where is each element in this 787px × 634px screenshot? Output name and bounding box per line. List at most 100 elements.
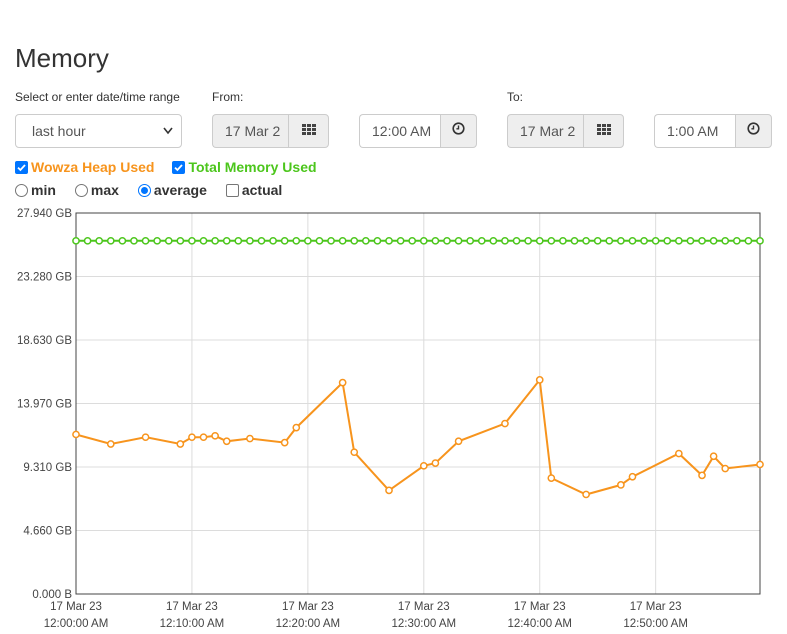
data-point: [512, 236, 521, 245]
option-min[interactable]: min: [15, 182, 56, 198]
data-point: [176, 440, 185, 448]
data-point: [280, 236, 289, 245]
checkbox-unchecked[interactable]: [225, 183, 239, 197]
data-point: [454, 236, 463, 245]
from-calendar-button[interactable]: [288, 114, 329, 148]
y-tick-label: 18.630 GB: [17, 335, 72, 347]
radio-button-selected[interactable]: [137, 183, 151, 197]
data-point: [559, 236, 567, 245]
data-point: [419, 461, 428, 470]
x-tick-date: 17 Mar 23: [514, 601, 566, 613]
data-point: [234, 236, 243, 245]
data-point: [524, 236, 532, 245]
data-point: [164, 236, 173, 245]
data-point: [176, 236, 185, 245]
data-point: [72, 236, 80, 245]
data-point: [570, 236, 579, 245]
x-tick-time: 12:10:00 AM: [160, 618, 225, 630]
data-point: [674, 449, 683, 458]
data-point: [153, 236, 162, 245]
x-tick-date: 17 Mar 23: [398, 601, 450, 613]
from-clock-button[interactable]: [440, 114, 477, 148]
data-point: [292, 423, 301, 432]
data-point: [106, 236, 115, 245]
data-point: [721, 464, 730, 473]
data-point: [617, 236, 625, 245]
data-point: [663, 236, 672, 245]
y-tick-label: 0.000 B: [32, 589, 72, 601]
data-point: [83, 236, 92, 245]
data-point: [106, 440, 115, 448]
to-date-input[interactable]: 17 Mar 2: [507, 114, 583, 148]
aggregation-options: min max average actual: [15, 181, 301, 199]
data-point: [756, 236, 764, 245]
option-average[interactable]: average: [137, 182, 207, 198]
checkbox-checked[interactable]: [15, 160, 28, 174]
toggle-label-heap: Wowza Heap Used: [31, 159, 155, 175]
option-max[interactable]: max: [74, 182, 119, 198]
data-point: [269, 236, 277, 245]
checkbox-checked[interactable]: [172, 160, 186, 174]
data-point: [466, 236, 475, 245]
to-clock-button[interactable]: [735, 114, 772, 148]
toggle-total-memory-used[interactable]: Total Memory Used: [172, 159, 317, 175]
range-select-value: last hour: [32, 123, 86, 139]
data-point: [246, 236, 254, 245]
data-point: [674, 236, 683, 245]
data-point: [211, 236, 219, 245]
y-tick-label: 4.660 GB: [23, 526, 72, 538]
from-date-input[interactable]: 17 Mar 2: [212, 114, 288, 148]
data-point: [141, 433, 150, 442]
data-point: [246, 434, 254, 443]
data-point: [431, 236, 440, 245]
series-line-wowza-heap-used: [75, 377, 761, 496]
data-point: [419, 236, 428, 245]
calendar-grid-icon: [596, 122, 611, 140]
to-calendar-button[interactable]: [583, 114, 624, 148]
x-tick-date: 17 Mar 23: [282, 601, 334, 613]
to-time-input[interactable]: 1:00 AM: [654, 114, 735, 148]
option-label-min: min: [31, 182, 56, 198]
memory-chart[interactable]: 27.940 GB 23.280 GB 18.630 GB 13.970 GB 9.31…: [0, 200, 787, 634]
data-point: [385, 486, 393, 495]
data-point: [535, 376, 544, 384]
data-point: [292, 236, 301, 245]
data-point: [338, 236, 347, 245]
clock-icon: [452, 122, 465, 140]
data-point: [188, 433, 196, 442]
toggle-label-total: Total Memory Used: [188, 159, 317, 175]
data-point: [315, 236, 324, 245]
option-label-max: max: [90, 182, 119, 198]
data-point: [651, 236, 660, 245]
x-tick-date: 17 Mar 23: [166, 601, 218, 613]
data-point: [72, 430, 80, 439]
data-point: [361, 236, 370, 245]
y-tick-label: 9.310 GB: [23, 462, 72, 474]
data-point: [489, 236, 498, 245]
data-point: [582, 236, 590, 245]
data-point: [385, 236, 393, 245]
data-point: [454, 437, 463, 446]
from-time-group: 12:00 AM: [359, 114, 477, 148]
data-point: [721, 236, 730, 245]
data-point: [408, 236, 417, 245]
data-point: [547, 474, 556, 482]
data-point: [431, 459, 440, 467]
data-point: [709, 452, 718, 461]
data-point: [280, 438, 289, 447]
data-point: [199, 433, 208, 442]
radio-button[interactable]: [15, 183, 28, 197]
chevron-down-icon: [163, 115, 173, 160]
data-point: [350, 236, 359, 245]
x-tick-date: 17 Mar 23: [50, 601, 102, 613]
data-point: [141, 236, 150, 245]
range-select[interactable]: last hour: [15, 114, 182, 148]
series-toggles: Wowza Heap Used Total Memory Used: [15, 158, 335, 176]
option-actual[interactable]: actual: [225, 182, 282, 198]
data-point: [709, 236, 718, 245]
from-time-input[interactable]: 12:00 AM: [359, 114, 440, 148]
data-point: [593, 236, 602, 245]
data-point: [327, 236, 335, 245]
toggle-wowza-heap-used[interactable]: Wowza Heap Used: [15, 159, 154, 175]
radio-button[interactable]: [74, 183, 88, 197]
